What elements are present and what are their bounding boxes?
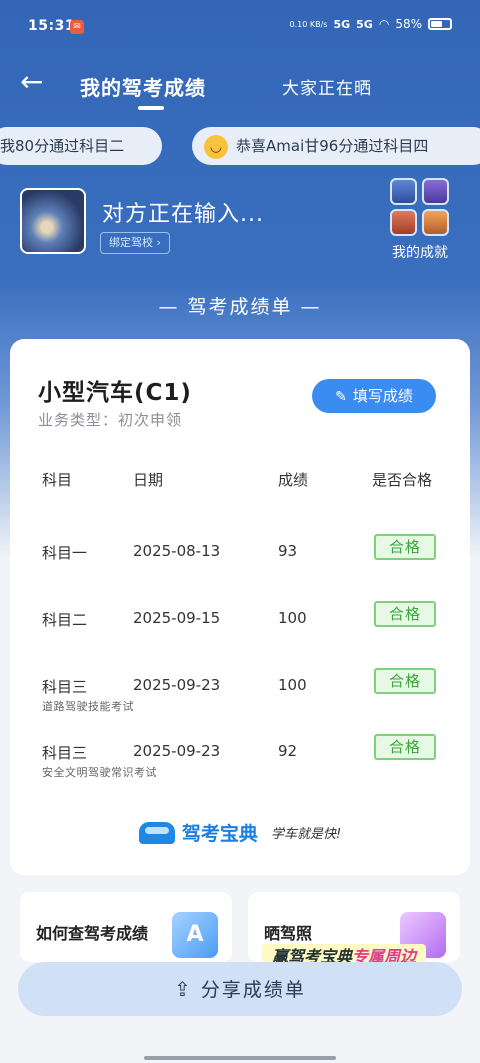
achievement-label: 我的成就: [392, 245, 448, 261]
share-icon: ⇪: [174, 977, 193, 1001]
pass-badge: 合格: [374, 734, 436, 760]
row-score: 93: [278, 542, 298, 560]
medal-icon: [390, 178, 417, 205]
row-subject: 科目三: [42, 744, 88, 762]
row-date: 2025-08-13: [133, 542, 221, 560]
edit-icon: ✎: [335, 389, 347, 405]
car-type-title: 小型汽车(C1): [38, 380, 192, 406]
profile-name: 对方正在输入...: [102, 202, 264, 227]
notification-icon: ✉: [70, 20, 84, 34]
ticker-text: 恭喜Amai甘96分通过科目四: [236, 137, 429, 155]
brand-name: 驾考宝典: [181, 823, 258, 845]
share-label: 分享成绩单: [200, 979, 306, 1001]
ticker-item: ◡ 恭喜Amai甘96分通过科目四: [192, 127, 480, 165]
status-indicators: 0.10 KB/s 5G 5G ◠ 58%: [290, 17, 452, 31]
avatar[interactable]: [20, 188, 86, 254]
signal-5g-2: 5G: [356, 17, 373, 31]
row-date: 2025-09-23: [133, 742, 221, 760]
brand-slogan: 学车就是快!: [270, 827, 342, 842]
active-tab-indicator: [138, 106, 164, 110]
bind-school-button[interactable]: 绑定驾校 ›: [100, 232, 170, 254]
ticker-text: 我80分通过科目二: [0, 137, 125, 155]
profile-section: 对方正在输入... 绑定驾校 › 我的成就: [20, 178, 460, 268]
row-subject: 科目二: [42, 611, 88, 629]
tab-my-scores[interactable]: 我的驾考成绩: [80, 72, 206, 101]
status-time: 15:31: [28, 18, 76, 34]
row-subject: 科目一: [42, 544, 88, 562]
share-license-label: 晒驾照: [264, 924, 313, 943]
medal-grid: [390, 178, 450, 236]
fill-score-label: 填写成绩: [352, 387, 413, 405]
achievements-button[interactable]: 我的成就: [380, 178, 460, 262]
tab-everyone-sharing[interactable]: 大家正在晒: [282, 74, 372, 99]
table-header: 科目 日期 成绩 是否合格: [10, 469, 470, 493]
home-indicator[interactable]: [144, 1056, 336, 1060]
header-date: 日期: [133, 471, 164, 489]
row-date: 2025-09-15: [133, 609, 221, 627]
ticker-item: 我80分通过科目二: [0, 127, 162, 165]
medal-icon: [422, 209, 449, 236]
smile-emoji-icon: ◡: [204, 134, 228, 159]
row-date: 2025-09-23: [133, 676, 221, 694]
pass-badge: 合格: [374, 601, 436, 627]
row-score: 100: [278, 609, 307, 627]
pass-badge: 合格: [374, 534, 436, 560]
row-subtitle: 道路驾驶技能考试: [42, 700, 134, 713]
medal-icon: [390, 209, 417, 236]
pass-badge: 合格: [374, 668, 436, 694]
header-subject: 科目: [42, 471, 73, 489]
row-subject: 科目三: [42, 678, 88, 696]
share-scorecard-button[interactable]: ⇪ 分享成绩单: [18, 962, 462, 1016]
how-to-check-card[interactable]: 如何查驾考成绩 A: [20, 892, 232, 962]
signal-5g-1: 5G: [333, 17, 351, 31]
back-arrow-icon[interactable]: ←: [20, 68, 43, 96]
table-row: 科目一 2025-08-13 93 合格: [10, 534, 470, 588]
status-bar: 15:31 ✉ 0.10 KB/s 5G 5G ◠ 58%: [0, 0, 480, 56]
top-nav: ← 我的驾考成绩 大家正在晒: [0, 58, 480, 118]
score-card: 小型汽车(C1) 业务类型：初次申领 ✎ 填写成绩 科目 日期 成绩 是否合格 科…: [10, 339, 470, 875]
table-row: 科目二 2025-09-15 100 合格: [10, 601, 470, 655]
row-score: 100: [278, 676, 307, 694]
header-pass: 是否合格: [372, 471, 433, 489]
letter-a-icon: A: [172, 912, 218, 958]
row-score: 92: [278, 742, 298, 760]
medal-icon: [422, 178, 449, 205]
battery-text: 58%: [395, 17, 422, 31]
table-row: 科目三 2025-09-23 92 合格 安全文明驾驶常识考试: [10, 734, 470, 788]
net-speed: 0.10 KB/s: [289, 19, 328, 29]
brand-logo: 驾考宝典 学车就是快!: [10, 819, 470, 846]
fill-score-button[interactable]: ✎ 填写成绩: [312, 379, 436, 413]
section-title: — 驾考成绩单 —: [158, 296, 322, 318]
business-type: 业务类型：初次申领: [38, 411, 183, 429]
wifi-icon: ◠: [378, 17, 390, 31]
header-score: 成绩: [278, 471, 309, 489]
how-to-check-label: 如何查驾考成绩: [36, 924, 149, 943]
battery-icon: [428, 18, 452, 30]
row-subtitle: 安全文明驾驶常识考试: [42, 766, 157, 779]
car-logo-icon: [138, 821, 175, 844]
table-row: 科目三 2025-09-23 100 合格 道路驾驶技能考试: [10, 668, 470, 722]
